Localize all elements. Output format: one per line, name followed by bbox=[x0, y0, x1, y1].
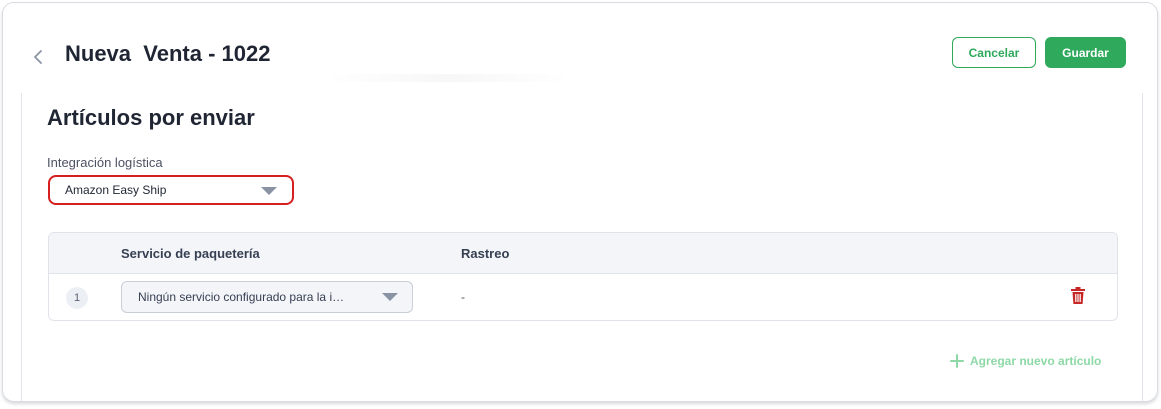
table-row: 1 Ningún servicio configurado para la i…… bbox=[49, 273, 1117, 320]
add-item-label: Agregar nuevo artículo bbox=[970, 354, 1102, 368]
table-header: Servicio de paquetería Rastreo bbox=[49, 233, 1117, 274]
shipping-service-value: Ningún servicio configurado para la i… bbox=[138, 290, 345, 304]
page-header: Nueva Venta - 1022 Cancelar Guardar bbox=[3, 3, 1157, 93]
trash-icon bbox=[1071, 287, 1085, 304]
section-title: Artículos por enviar bbox=[47, 105, 255, 130]
save-button[interactable]: Guardar bbox=[1045, 37, 1126, 68]
shipping-items-table: Servicio de paquetería Rastreo 1 Ningún … bbox=[48, 232, 1118, 321]
sale-form-window: Nueva Venta - 1022 Cancelar Guardar Artí… bbox=[2, 2, 1158, 402]
header-shadow bbox=[323, 74, 573, 82]
page-title: Nueva Venta - 1022 bbox=[65, 41, 271, 66]
logistics-integration-value: Amazon Easy Ship bbox=[65, 183, 167, 197]
items-to-ship-card: Artículos por enviar Integración logísti… bbox=[21, 93, 1143, 401]
chevron-left-icon bbox=[34, 50, 42, 64]
back-button[interactable] bbox=[29, 45, 47, 69]
plus-icon bbox=[950, 354, 964, 368]
caret-down-icon bbox=[382, 293, 398, 301]
column-header-service: Servicio de paquetería bbox=[121, 246, 260, 261]
column-header-tracking: Rastreo bbox=[461, 246, 510, 261]
shipping-service-select[interactable]: Ningún servicio configurado para la i… bbox=[121, 281, 413, 313]
tracking-value: - bbox=[461, 290, 465, 304]
caret-down-icon bbox=[261, 187, 277, 195]
cancel-button[interactable]: Cancelar bbox=[952, 37, 1036, 68]
add-item-button[interactable]: Agregar nuevo artículo bbox=[950, 351, 1101, 371]
integration-label: Integración logística bbox=[47, 155, 163, 170]
delete-row-button[interactable] bbox=[1070, 287, 1088, 307]
row-number-badge: 1 bbox=[66, 287, 88, 309]
logistics-integration-select[interactable]: Amazon Easy Ship bbox=[48, 175, 294, 205]
